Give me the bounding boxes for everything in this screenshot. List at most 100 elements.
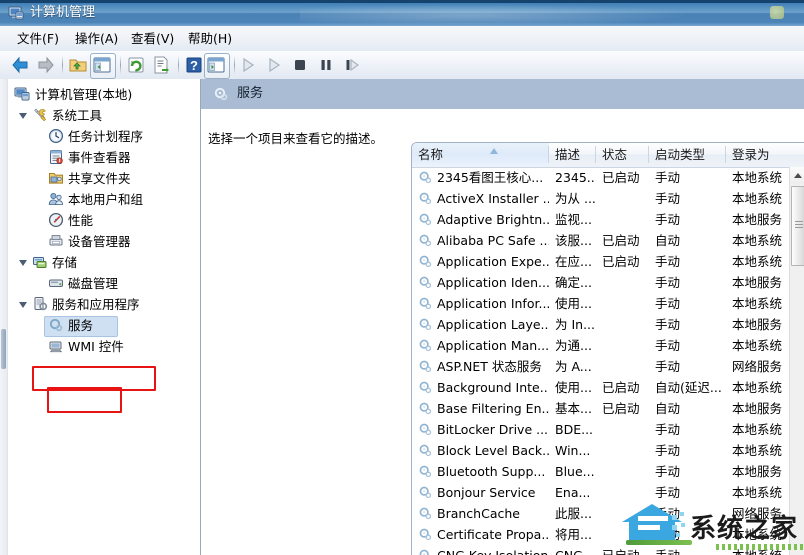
menu-file[interactable]: 文件(F) (14, 30, 62, 47)
cell-status (602, 419, 649, 440)
console-tree-pane: 计算机管理(本地) 系统工具 任务计划程序 事件查看器 共享文件夹 本地用户和组… (0, 79, 201, 555)
cell-startup-type: 手动 (655, 443, 681, 458)
menu-action[interactable]: 操作(A) (72, 30, 121, 47)
cell-name: BranchCache (437, 506, 520, 521)
services-list-scrollbar[interactable] (789, 167, 804, 555)
title-bar: 计算机管理 (0, 0, 804, 26)
column-header-name[interactable]: 名称 (412, 143, 549, 166)
service-description-placeholder: 选择一个项目来查看它的描述。 (208, 131, 384, 146)
tree-item-root[interactable]: 计算机管理(本地) (10, 84, 200, 105)
shared-folder-icon (49, 173, 63, 184)
menu-help[interactable]: 帮助(H) (185, 30, 235, 47)
event-viewer-icon (50, 150, 63, 164)
tree-item-device-manager[interactable]: 设备管理器 (10, 231, 200, 252)
help-icon[interactable]: ? (184, 55, 204, 75)
up-folder-icon[interactable] (68, 55, 88, 75)
table-row[interactable]: Base Filtering En... 基本... 已启动 自动 本地服务 (412, 398, 788, 419)
tree-scrollbar[interactable] (0, 79, 8, 555)
tree-item-services[interactable]: 服务 (10, 315, 200, 337)
cell-startup-type: 手动 (655, 464, 681, 479)
table-row[interactable]: Alibaba PC Safe ... 该服... 已启动 自动 本地系统 (412, 230, 788, 251)
cell-startup-type: 手动 (655, 296, 681, 311)
table-row[interactable]: Bluetooth Supp... Blue... 手动 本地服务 (412, 461, 788, 482)
tree-item-storage[interactable]: 存储 (10, 252, 200, 273)
table-row[interactable]: Background Inte... 使用... 已启动 自动(延迟... 本地系统 (412, 377, 788, 398)
tree-item-event-viewer[interactable]: 事件查看器 (10, 147, 200, 168)
start-service-icon[interactable] (238, 55, 258, 75)
back-icon[interactable] (10, 55, 30, 75)
tree-item-device-manager-label: 设备管理器 (68, 234, 131, 249)
cell-description: 使用... (555, 296, 592, 311)
table-row[interactable]: Application Infor... 使用... 手动 本地系统 (412, 293, 788, 314)
cell-log-on-as: 本地系统 (732, 254, 783, 269)
column-header-startup-type[interactable]: 启动类型 (649, 143, 726, 166)
table-row[interactable]: ASP.NET 状态服务为 A... 手动 网络服务 (412, 356, 788, 377)
resume-service-icon[interactable] (264, 55, 284, 75)
column-header-log-on-as[interactable]: 登录为 (726, 143, 788, 166)
computer-management-window: 计算机管理 文件(F) 操作(A) 查看(V) 帮助(H) ? 计算机管理(本地… (0, 0, 804, 555)
cell-name: CNG Key Isolation (437, 545, 549, 555)
title-bar-light (770, 6, 784, 19)
tree-scrollbar-thumb[interactable] (1, 329, 6, 369)
tree-item-disk-management[interactable]: 磁盘管理 (10, 273, 200, 294)
table-row[interactable]: Application Laye... 为 In... 手动 本地服务 (412, 314, 788, 335)
table-row[interactable]: Block Level Back... Win... 手动 本地系统 (412, 440, 788, 461)
chevron-down-icon[interactable] (19, 111, 28, 120)
pause-service-icon[interactable] (316, 55, 336, 75)
menu-view[interactable]: 查看(V) (128, 30, 177, 47)
cell-log-on-as: 本地系统 (732, 170, 783, 185)
column-header-description[interactable]: 描述 (549, 143, 596, 166)
cell-name: Background Inte... (437, 380, 549, 395)
toolbar-separator-2 (120, 56, 121, 74)
table-row[interactable]: Adaptive Brightn... 监视... 手动 本地服务 (412, 209, 788, 230)
cell-log-on-as: 本地系统 (732, 443, 783, 458)
restart-service-icon[interactable] (342, 55, 362, 75)
tree-item-wmi-control[interactable]: WMI 控件 (10, 336, 200, 357)
table-row[interactable]: ActiveX Installer ... 为从 ... 手动 本地系统 (412, 188, 788, 209)
table-row[interactable]: Application Iden... 确定... 手动 本地服务 (412, 272, 788, 293)
export-list-icon[interactable] (152, 55, 172, 75)
chevron-right-icon[interactable] (35, 173, 44, 183)
details-pane-header: 服务 (201, 79, 804, 110)
stop-service-icon[interactable] (290, 55, 310, 75)
tree-item-local-users-groups[interactable]: 本地用户和组 (10, 189, 200, 210)
scroll-up-button[interactable] (790, 167, 804, 184)
cell-log-on-as: 本地系统 (732, 233, 783, 248)
cell-status: 已启动 (602, 233, 640, 248)
tree-item-system-tools[interactable]: 系统工具 (10, 105, 200, 126)
cell-startup-type: 手动 (655, 212, 681, 227)
title-bar-glow (300, 2, 720, 24)
column-header-status[interactable]: 状态 (596, 143, 649, 166)
refresh-icon[interactable] (126, 55, 146, 75)
table-row[interactable]: Application Man... 为通... 手动 本地系统 (412, 335, 788, 356)
cell-startup-type: 手动 (655, 170, 681, 185)
chevron-down-icon[interactable] (19, 300, 28, 309)
table-row[interactable]: BitLocker Drive ... BDE... 手动 本地系统 (412, 419, 788, 440)
service-gear-icon (419, 402, 432, 415)
table-row[interactable]: Application Expe... 在应... 已启动 手动 本地系统 (412, 251, 788, 272)
show-console-tree-icon[interactable] (92, 55, 112, 75)
scrollbar-thumb[interactable] (791, 186, 804, 266)
chevron-right-icon[interactable] (35, 215, 44, 225)
show-action-pane-icon[interactable] (206, 55, 226, 75)
tree-item-services-and-applications[interactable]: 服务和应用程序 (10, 294, 200, 315)
tree-item-wmi-control-label: WMI 控件 (68, 339, 124, 354)
chevron-right-icon[interactable] (35, 152, 44, 162)
tree-item-task-scheduler[interactable]: 任务计划程序 (10, 126, 200, 147)
tree-item-performance[interactable]: 性能 (10, 210, 200, 231)
forward-icon[interactable] (36, 55, 56, 75)
annotation-box-services-and-applications (32, 366, 156, 391)
cell-startup-type: 手动 (655, 191, 681, 206)
chevron-right-icon[interactable] (35, 131, 44, 141)
service-gear-icon (419, 360, 432, 373)
tree-item-shared-folders-label: 共享文件夹 (68, 171, 131, 186)
tree-item-services-and-applications-label: 服务和应用程序 (52, 297, 140, 312)
cell-description: 为通... (555, 338, 592, 353)
tree-item-shared-folders[interactable]: 共享文件夹 (10, 168, 200, 189)
table-row[interactable]: 2345看图王核心... 2345... 已启动 手动 本地系统 (412, 167, 788, 188)
chevron-down-icon[interactable] (19, 258, 28, 267)
chevron-right-icon[interactable] (35, 194, 44, 204)
cell-status: 已启动 (602, 401, 640, 416)
cell-name: Bonjour Service (437, 485, 536, 500)
console-tree: 计算机管理(本地) 系统工具 任务计划程序 事件查看器 共享文件夹 本地用户和组… (10, 84, 200, 357)
